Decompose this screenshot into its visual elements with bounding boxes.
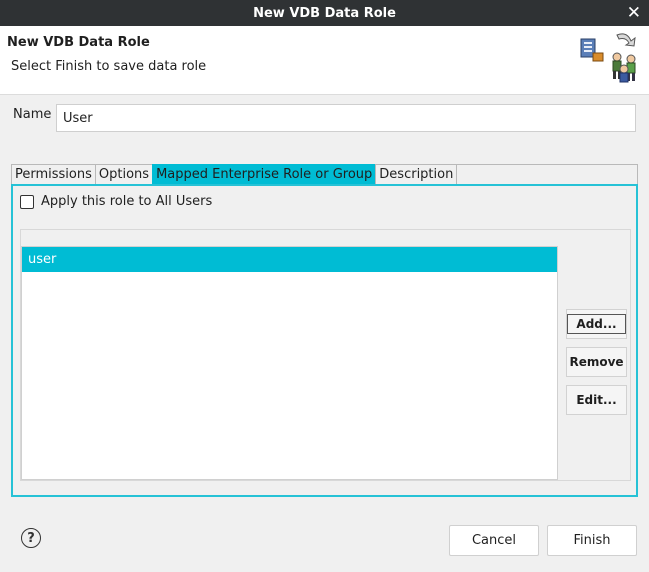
mapped-roles-list[interactable]: user (21, 246, 558, 480)
window-title: New VDB Data Role (253, 5, 396, 21)
tab-options[interactable]: Options (94, 164, 154, 184)
tab-mapped-enterprise-role-or-group[interactable]: Mapped Enterprise Role or Group (152, 164, 377, 184)
name-label: Name (13, 107, 52, 122)
remove-button[interactable]: Remove (566, 347, 627, 377)
close-icon[interactable]: ✕ (627, 3, 641, 23)
header-title: New VDB Data Role (7, 35, 150, 50)
cancel-button[interactable]: Cancel (449, 525, 539, 556)
name-input[interactable] (56, 104, 636, 132)
apply-to-all-users-checkbox[interactable]: Apply this role to All Users (20, 194, 212, 209)
wizard-header: New VDB Data Role Select Finish to save … (0, 26, 649, 95)
finish-button[interactable]: Finish (547, 525, 637, 556)
apply-to-all-users-label: Apply this role to All Users (41, 194, 213, 209)
tab-permissions[interactable]: Permissions (11, 164, 96, 184)
header-message: Select Finish to save data role (11, 59, 207, 74)
edit-button-label: Edit... (576, 393, 617, 407)
tab-strip-border (436, 164, 638, 184)
tab-strip: Permissions Options Mapped Enterprise Ro… (11, 164, 458, 184)
data-role-wizard-banner-icon (580, 33, 636, 83)
list-item[interactable]: user (22, 247, 557, 272)
add-button-label: Add... (567, 314, 626, 334)
checkbox-box[interactable] (20, 194, 34, 209)
help-icon[interactable]: ? (21, 528, 41, 548)
remove-button-label: Remove (569, 355, 624, 369)
window-titlebar: New VDB Data Role ✕ (0, 0, 649, 26)
edit-button[interactable]: Edit... (566, 385, 627, 415)
add-button[interactable]: Add... (566, 309, 627, 339)
